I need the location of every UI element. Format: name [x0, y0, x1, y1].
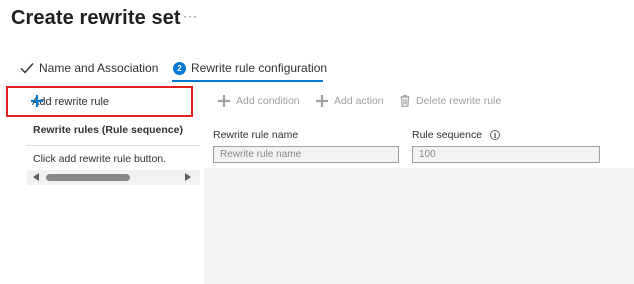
rule-sequence-label-group: Rule sequence i	[412, 129, 501, 141]
trash-icon	[400, 95, 410, 107]
active-tab-indicator	[172, 80, 323, 82]
scroll-right-icon[interactable]	[185, 173, 191, 181]
scrollbar-thumb[interactable]	[46, 174, 130, 181]
create-rewrite-set-page: Create rewrite set ··· Name and Associat…	[0, 0, 634, 284]
plus-icon	[218, 95, 230, 107]
add-action-label: Add action	[334, 95, 384, 107]
rules-list-header: Rewrite rules (Rule sequence)	[33, 124, 183, 136]
step-number-badge: 2	[173, 61, 186, 75]
delete-rewrite-rule-button[interactable]: Delete rewrite rule	[400, 95, 501, 107]
plus-icon	[31, 94, 43, 112]
plus-icon	[316, 95, 328, 107]
add-condition-button[interactable]: Add condition	[218, 95, 300, 107]
add-action-button[interactable]: Add action	[316, 95, 384, 107]
delete-rewrite-rule-label: Delete rewrite rule	[416, 95, 502, 107]
scroll-left-icon[interactable]	[33, 173, 39, 181]
checkmark-icon	[20, 62, 34, 74]
tab-rewrite-rule-configuration[interactable]: 2 Rewrite rule configuration	[173, 61, 327, 75]
add-rewrite-rule-label: Add rewrite rule	[32, 95, 110, 108]
divider	[26, 145, 200, 146]
tab-label: Name and Association	[39, 61, 159, 75]
tab-label: Rewrite rule configuration	[191, 61, 328, 75]
rule-name-input[interactable]	[213, 146, 399, 163]
rule-sequence-input[interactable]	[412, 146, 600, 163]
rules-empty-message: Click add rewrite rule button.	[33, 153, 167, 165]
add-condition-label: Add condition	[236, 95, 300, 107]
page-title: Create rewrite set	[11, 7, 181, 29]
horizontal-scrollbar[interactable]	[27, 170, 200, 185]
info-icon[interactable]: i	[490, 130, 501, 140]
rule-sequence-label: Rule sequence	[412, 129, 483, 141]
more-options-icon[interactable]: ···	[183, 9, 198, 23]
tab-name-and-association[interactable]: Name and Association	[20, 61, 158, 75]
rule-name-label: Rewrite rule name	[213, 129, 299, 141]
